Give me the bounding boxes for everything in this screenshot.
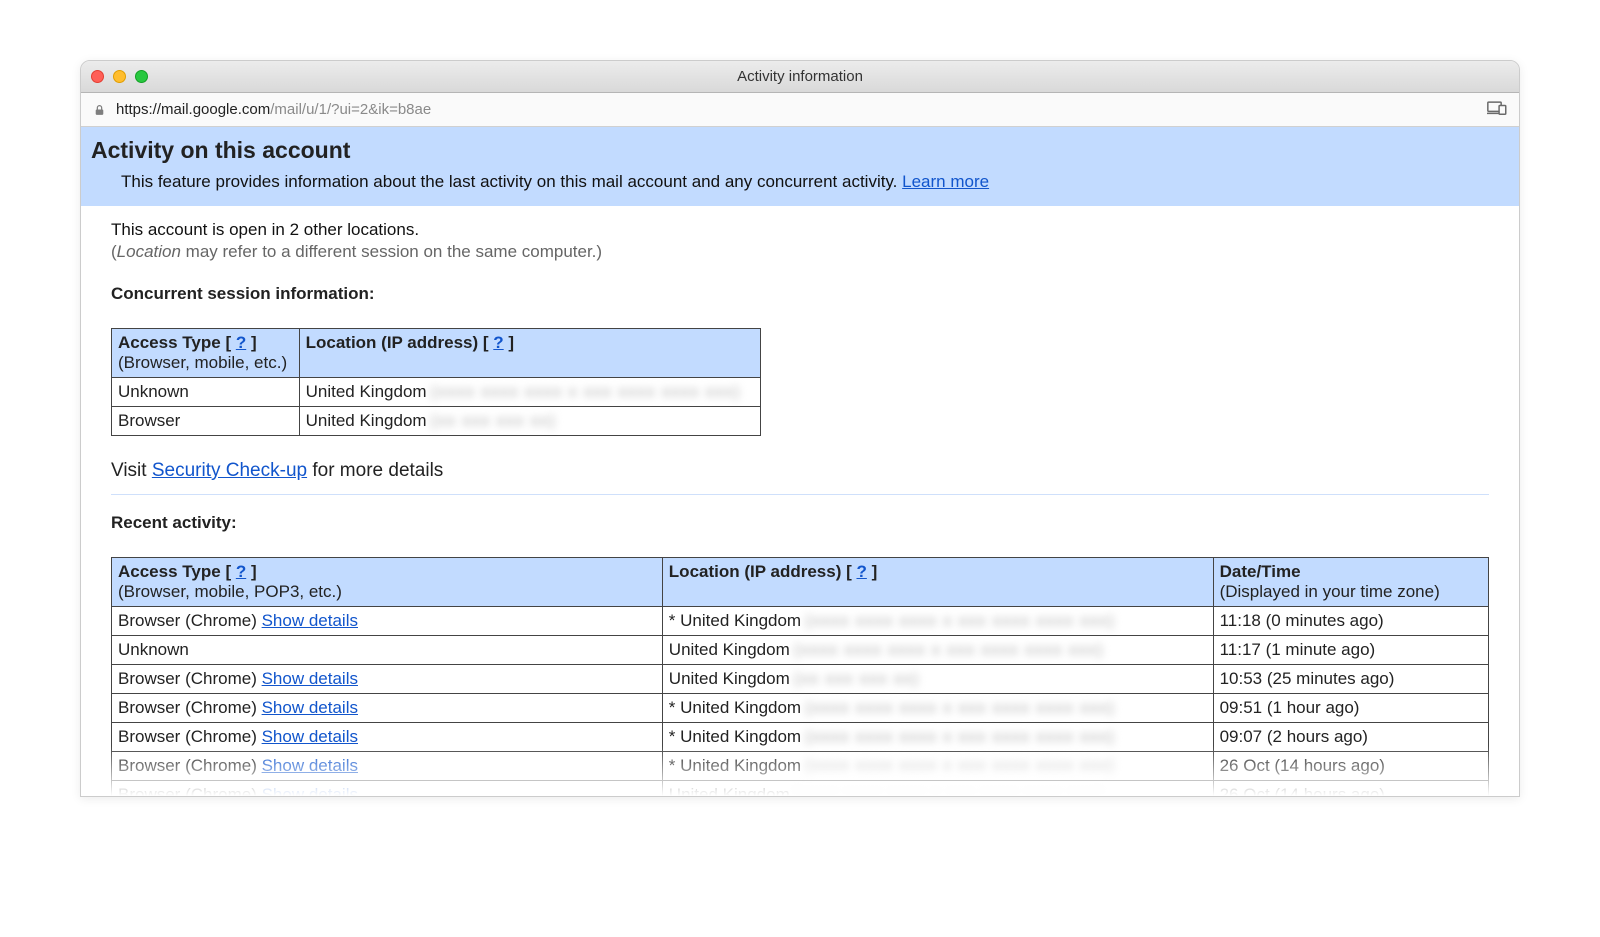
cell-access-type: Browser (Chrome) Show details: [112, 723, 663, 752]
open-locations-text: This account is open in 2 other location…: [111, 220, 1489, 240]
cell-datetime: 26 Oct (14 hours ago): [1213, 752, 1488, 781]
show-details-link[interactable]: Show details: [262, 785, 358, 796]
url-host: https://mail.google.com: [116, 101, 270, 118]
banner-description-text: This feature provides information about …: [121, 172, 902, 191]
ip-redacted: (xxxx xxxx xxxx x xxx xxxx xxxx xxx): [801, 756, 1115, 776]
recent-access-help-link[interactable]: ?: [236, 562, 246, 581]
learn-more-link[interactable]: Learn more: [902, 172, 989, 191]
concurrent-sessions-table: Access Type [ ? ] (Browser, mobile, etc.…: [111, 328, 761, 436]
col-location: Location (IP address) [ ? ]: [299, 329, 760, 378]
table-row: UnknownUnited Kingdom(xxxx xxxx xxxx x x…: [112, 636, 1489, 665]
cell-location: United Kingdom(xx xxx xxx xx): [662, 665, 1213, 694]
show-details-link[interactable]: Show details: [262, 669, 358, 688]
url-text[interactable]: https://mail.google.com/mail/u/1/?ui=2&i…: [116, 101, 431, 118]
cell-access-type: Browser (Chrome) Show details: [112, 607, 663, 636]
cell-datetime: 11:17 (1 minute ago): [1213, 636, 1488, 665]
ip-redacted: (xxxx xxxx xxxx x xxx xxxx xxxx xxx): [790, 785, 1104, 796]
location-note: (Location may refer to a different sessi…: [111, 242, 1489, 262]
page-title: Activity on this account: [91, 137, 1509, 164]
ip-redacted: (xxxx xxxx xxxx x xxx xxxx xxxx xxx): [801, 698, 1115, 718]
table-row: Browser (Chrome) Show details* United Ki…: [112, 694, 1489, 723]
url-path: /mail/u/1/?ui=2&ik=b8ae: [270, 101, 431, 118]
cell-access-type: Browser (Chrome) Show details: [112, 694, 663, 723]
recent-location-help-link[interactable]: ?: [856, 562, 866, 581]
cell-access-type: Unknown: [112, 378, 300, 407]
cell-datetime: 10:53 (25 minutes ago): [1213, 665, 1488, 694]
window-maximize-button[interactable]: [135, 70, 148, 83]
cell-access-type: Browser (Chrome) Show details: [112, 781, 663, 797]
recent-col-datetime: Date/Time (Displayed in your time zone): [1213, 558, 1488, 607]
access-type-help-link[interactable]: ?: [236, 333, 246, 352]
cell-access-type: Browser (Chrome) Show details: [112, 752, 663, 781]
url-bar: https://mail.google.com/mail/u/1/?ui=2&i…: [81, 93, 1519, 127]
ip-redacted: (xxxx xxxx xxxx x xxx xxxx xxxx xxx): [801, 611, 1115, 631]
cell-datetime: 26 Oct (14 hours ago): [1213, 781, 1488, 797]
cell-location: * United Kingdom(xxxx xxxx xxxx x xxx xx…: [662, 752, 1213, 781]
cell-datetime: 09:51 (1 hour ago): [1213, 694, 1488, 723]
show-details-link[interactable]: Show details: [262, 756, 358, 775]
cell-access-type: Browser (Chrome) Show details: [112, 665, 663, 694]
title-bar: Activity information: [81, 61, 1519, 93]
cell-location: United Kingdom(xxxx xxxx xxxx x xxx xxxx…: [662, 636, 1213, 665]
table-row: Browser (Chrome) Show detailsUnited King…: [112, 781, 1489, 797]
recent-col-location: Location (IP address) [ ? ]: [662, 558, 1213, 607]
col-access-type: Access Type [ ? ] (Browser, mobile, etc.…: [112, 329, 300, 378]
table-row: Browser (Chrome) Show details* United Ki…: [112, 723, 1489, 752]
concurrent-heading: Concurrent session information:: [111, 284, 1489, 304]
window-minimize-button[interactable]: [113, 70, 126, 83]
ip-redacted: (xxxx xxxx xxxx x xxx xxxx xxxx xxx): [427, 382, 741, 402]
browser-window: Activity information https://mail.google…: [80, 60, 1520, 797]
cell-location: * United Kingdom(xxxx xxxx xxxx x xxx xx…: [662, 723, 1213, 752]
recent-activity-heading: Recent activity:: [111, 513, 1489, 533]
ip-redacted: (xx xxx xxx xx): [427, 411, 557, 431]
table-row: Browser (Chrome) Show details* United Ki…: [112, 607, 1489, 636]
cell-location: United Kingdom(xxxx xxxx xxxx x xxx xxxx…: [299, 378, 760, 407]
window-title: Activity information: [81, 68, 1519, 85]
show-details-link[interactable]: Show details: [262, 611, 358, 630]
lock-icon: [93, 103, 106, 117]
devices-icon[interactable]: [1487, 101, 1507, 119]
location-help-link[interactable]: ?: [493, 333, 503, 352]
cell-location: * United Kingdom(xxxx xxxx xxxx x xxx xx…: [662, 607, 1213, 636]
banner-description: This feature provides information about …: [91, 172, 1509, 192]
visit-security-line: Visit Security Check-up for more details: [111, 460, 1489, 482]
divider: [111, 494, 1489, 495]
ip-redacted: (xxxx xxxx xxxx x xxx xxxx xxxx xxx): [790, 640, 1104, 660]
cell-location: United Kingdom(xxxx xxxx xxxx x xxx xxxx…: [662, 781, 1213, 797]
cell-location: United Kingdom(xx xxx xxx xx): [299, 407, 760, 436]
traffic-lights: [91, 70, 148, 83]
activity-banner: Activity on this account This feature pr…: [81, 127, 1519, 206]
cell-datetime: 11:18 (0 minutes ago): [1213, 607, 1488, 636]
table-row: BrowserUnited Kingdom(xx xxx xxx xx): [112, 407, 761, 436]
ip-redacted: (xx xxx xxx xx): [790, 669, 920, 689]
show-details-link[interactable]: Show details: [262, 727, 358, 746]
security-checkup-link[interactable]: Security Check-up: [152, 460, 307, 481]
cell-location: * United Kingdom(xxxx xxxx xxxx x xxx xx…: [662, 694, 1213, 723]
content-area: This account is open in 2 other location…: [81, 206, 1519, 796]
show-details-link[interactable]: Show details: [262, 698, 358, 717]
ip-redacted: (xxxx xxxx xxxx x xxx xxxx xxxx xxx): [801, 727, 1115, 747]
recent-col-access-type: Access Type [ ? ] (Browser, mobile, POP3…: [112, 558, 663, 607]
table-row: UnknownUnited Kingdom(xxxx xxxx xxxx x x…: [112, 378, 761, 407]
cell-access-type: Browser: [112, 407, 300, 436]
window-close-button[interactable]: [91, 70, 104, 83]
table-row: Browser (Chrome) Show details* United Ki…: [112, 752, 1489, 781]
table-row: Browser (Chrome) Show detailsUnited King…: [112, 665, 1489, 694]
cell-datetime: 09:07 (2 hours ago): [1213, 723, 1488, 752]
cell-access-type: Unknown: [112, 636, 663, 665]
window-content: Activity on this account This feature pr…: [81, 127, 1519, 796]
recent-activity-table: Access Type [ ? ] (Browser, mobile, POP3…: [111, 557, 1489, 796]
